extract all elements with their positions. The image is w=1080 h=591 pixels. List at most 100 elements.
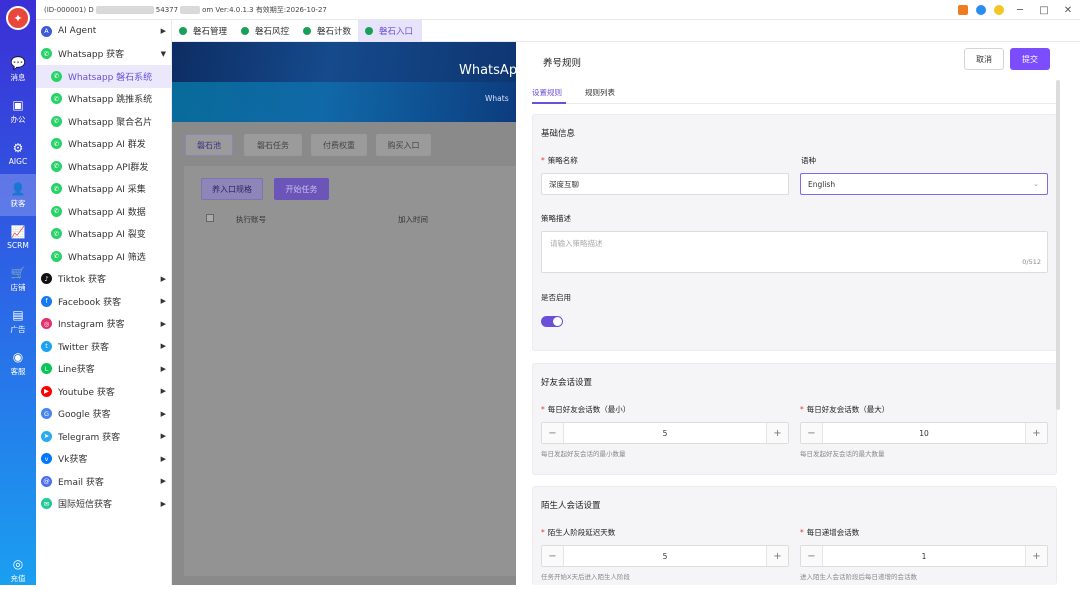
select-all-checkbox[interactable] — [206, 214, 214, 222]
friend-session-section: 好友会话设置 * 每日好友会话数（最小） − 5 + 每日发起好友会话的最小数量 … — [532, 363, 1057, 475]
whatsapp-icon: ✆ — [51, 205, 62, 217]
friend-min-stepper: − 5 + — [541, 422, 789, 444]
menu-item-line[interactable]: L Line获客 ▶ — [36, 358, 171, 381]
nav-service[interactable]: ◉ 客服 — [0, 342, 36, 384]
close-button[interactable]: ✕ — [1056, 5, 1080, 16]
menu-item-whatsapp-ai-collect[interactable]: ✆ Whatsapp AI 采集 — [36, 178, 171, 201]
stranger-session-section: 陌生人会话设置 * 陌生人阶段延迟天数 − 5 + 任务开始X天后进入陌生人阶段 … — [532, 486, 1057, 585]
redacted-text — [180, 6, 201, 14]
menu-item-sms[interactable]: ✉ 国际短信获客 ▶ — [36, 493, 171, 516]
tab-panshi-manage[interactable]: 磐石管理 — [172, 20, 234, 42]
whatsapp-icon: ✆ — [51, 183, 62, 195]
tab-rule-list[interactable]: 规则列表 — [585, 87, 615, 98]
nav-aigc[interactable]: ⚙ AIGC — [0, 132, 36, 174]
menu-item-email[interactable]: @ Email 获客 ▶ — [36, 470, 171, 493]
tab-set-rules[interactable]: 设置规则 — [532, 87, 562, 98]
basic-info-section: 基础信息 * 策略名称 深度互聊 语种 English ⌄ 策略描述 请输入策略描述… — [532, 114, 1057, 351]
daily-increment-label: * 每日递增会话数 — [800, 528, 860, 537]
add-entry-button[interactable]: 养入口规格 — [201, 178, 263, 200]
nav-scrm[interactable]: 📈 SCRM — [0, 216, 36, 258]
vk-icon: v — [41, 453, 52, 465]
chevron-down-icon: ⌄ — [1033, 180, 1039, 188]
menu-item-whatsapp-ai-fission[interactable]: ✆ Whatsapp AI 裂变 — [36, 223, 171, 246]
menu-item-vk[interactable]: v Vk获客 ▶ — [36, 448, 171, 471]
instagram-icon: ◎ — [41, 318, 52, 330]
submit-button[interactable]: 提交 — [1010, 48, 1050, 70]
menu-item-tiktok[interactable]: ♪ Tiktok 获客 ▶ — [36, 268, 171, 291]
menu-item-whatsapp-ai-filter[interactable]: ✆ Whatsapp AI 筛选 — [36, 245, 171, 268]
increment-button[interactable]: + — [1025, 546, 1047, 566]
briefcase-icon: ▣ — [12, 97, 24, 112]
decrement-button[interactable]: − — [542, 423, 564, 443]
chevron-right-icon: ▶ — [160, 477, 166, 485]
strategy-desc-label: 策略描述 — [541, 214, 571, 223]
decrement-button[interactable]: − — [801, 546, 823, 566]
stepper-value[interactable]: 5 — [564, 546, 766, 566]
whatsapp-icon: ✆ — [51, 138, 62, 150]
chevron-right-icon: ▶ — [160, 499, 166, 508]
paid-weight-button[interactable]: 付费权重 — [311, 134, 367, 156]
minimize-button[interactable]: ─ — [1008, 5, 1032, 16]
status-dot-icon — [179, 27, 187, 35]
cancel-button[interactable]: 取消 — [964, 48, 1004, 70]
menu-item-whatsapp-ai-broadcast[interactable]: ✆ Whatsapp AI 群发 — [36, 133, 171, 156]
nav-store[interactable]: 🛒 店铺 — [0, 258, 36, 300]
tab-panshi-entry[interactable]: 磐石入口 — [358, 20, 422, 42]
menu-item-instagram[interactable]: ◎ Instagram 获客 ▶ — [36, 313, 171, 336]
tab-panshi-count[interactable]: 磐石计数 — [296, 20, 358, 42]
enable-label: 是否启用 — [541, 293, 571, 302]
nav-messages[interactable]: 💬 消息 — [0, 48, 36, 90]
expiry-text: 有效期至:2026-10-27 — [255, 6, 327, 14]
stepper-value[interactable]: 1 — [823, 546, 1025, 566]
friend-max-hint: 每日发起好友会话的最大数量 — [800, 450, 885, 458]
stepper-value[interactable]: 10 — [823, 423, 1025, 443]
decrement-button[interactable]: − — [542, 546, 564, 566]
menu-item-whatsapp[interactable]: ✆ Whatsapp 获客 ▼ — [36, 43, 171, 66]
menu-item-whatsapp-ai-data[interactable]: ✆ Whatsapp AI 数据 — [36, 200, 171, 223]
menu-item-twitter[interactable]: t Twitter 获客 ▶ — [36, 335, 171, 358]
chat-icon: 💬 — [10, 55, 26, 70]
nav-ads[interactable]: ▤ 广告 — [0, 300, 36, 342]
notice-icon[interactable] — [994, 5, 1004, 15]
drawer-title: 养号规则 — [543, 58, 582, 69]
chevron-right-icon: ▶ — [160, 454, 166, 463]
menu-item-whatsapp-api-broadcast[interactable]: ✆ Whatsapp API群发 — [36, 155, 171, 178]
gift-icon[interactable] — [958, 5, 968, 15]
menu-item-whatsapp-panshi[interactable]: ✆ Whatsapp 磐石系统 — [36, 65, 171, 88]
nav-office[interactable]: ▣ 办公 — [0, 90, 36, 132]
purchase-entry-button[interactable]: 购买入口 — [376, 134, 431, 156]
google-icon: G — [41, 408, 52, 420]
col-executor: 执行账号 — [236, 215, 266, 224]
banner-title: WhatsAp — [459, 63, 516, 78]
menu-item-youtube[interactable]: ▶ Youtube 获客 ▶ — [36, 380, 171, 403]
strategy-name-input[interactable]: 深度互聊 — [541, 173, 789, 195]
stepper-value[interactable]: 5 — [564, 423, 766, 443]
tiktok-icon: ♪ — [41, 273, 52, 285]
support-icon[interactable] — [976, 5, 986, 15]
menu-item-facebook[interactable]: f Facebook 获客 ▶ — [36, 290, 171, 313]
whatsapp-icon: ✆ — [41, 48, 52, 60]
tab-panshi-risk[interactable]: 磐石风控 — [234, 20, 296, 42]
section-title: 好友会话设置 — [541, 378, 593, 388]
menu-item-ai-agent[interactable]: A AI Agent ▶ — [36, 20, 171, 43]
nav-acquire[interactable]: 👤 获客 — [0, 174, 36, 216]
menu-item-whatsapp-card[interactable]: ✆ Whatsapp 聚合名片 — [36, 110, 171, 133]
panshi-pool-button[interactable]: 磐石池 — [185, 134, 233, 156]
menu-item-telegram[interactable]: ➤ Telegram 获客 ▶ — [36, 425, 171, 448]
drawer-scrollbar[interactable] — [1056, 42, 1080, 585]
language-select[interactable]: English ⌄ — [800, 173, 1048, 195]
increment-button[interactable]: + — [1025, 423, 1047, 443]
menu-item-whatsapp-jump[interactable]: ✆ Whatsapp 跳推系统 — [36, 88, 171, 111]
account-prefix: D — [88, 6, 94, 14]
start-task-button[interactable]: 开始任务 — [274, 178, 329, 200]
increment-button[interactable]: + — [766, 546, 788, 566]
panshi-task-button[interactable]: 磐石任务 — [244, 134, 302, 156]
decrement-button[interactable]: − — [801, 423, 823, 443]
maximize-button[interactable]: □ — [1032, 5, 1056, 16]
menu-item-google[interactable]: G Google 获客 ▶ — [36, 403, 171, 426]
enable-toggle[interactable] — [541, 316, 563, 327]
scrollbar-thumb[interactable] — [1056, 80, 1060, 410]
increment-button[interactable]: + — [766, 423, 788, 443]
cart-icon: 🛒 — [10, 265, 26, 280]
strategy-desc-textarea[interactable]: 请输入策略描述 0/512 — [541, 231, 1048, 273]
